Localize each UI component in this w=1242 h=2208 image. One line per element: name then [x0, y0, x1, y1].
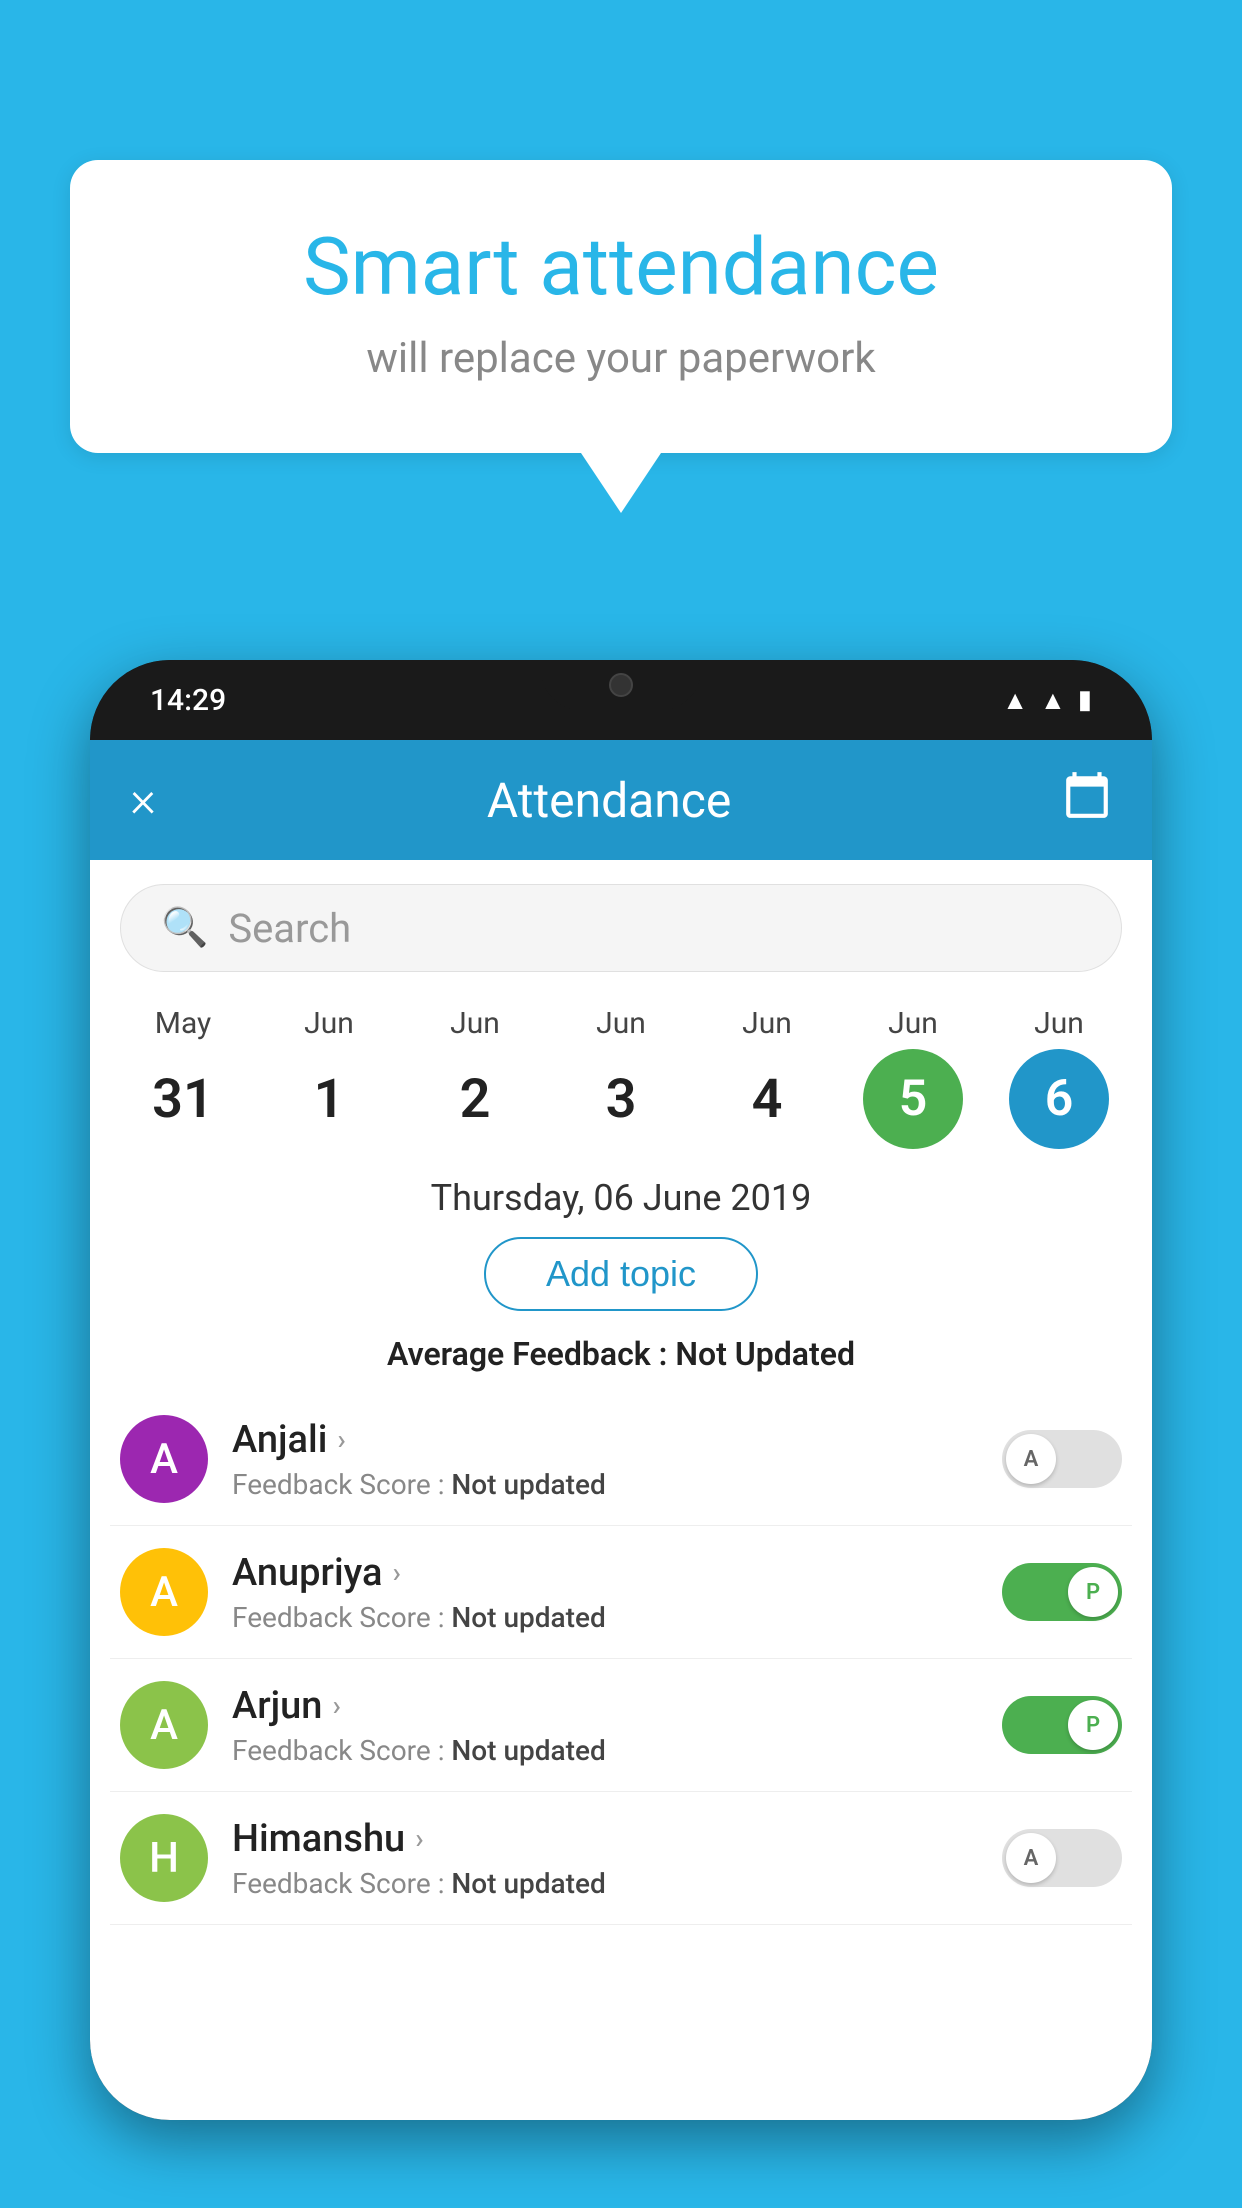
chevron-icon: ›: [337, 1423, 345, 1456]
search-icon: 🔍: [161, 906, 208, 950]
student-item-arjun[interactable]: A Arjun › Feedback Score : Not updated P: [110, 1659, 1132, 1792]
search-input[interactable]: Search: [228, 905, 351, 952]
avatar-himanshu: H: [120, 1814, 208, 1902]
selected-date: Thursday, 06 June 2019: [90, 1177, 1152, 1219]
signal-icon: ▲: [1040, 685, 1066, 716]
feedback-arjun: Feedback Score : Not updated: [232, 1734, 978, 1767]
calendar-icon[interactable]: [1062, 770, 1112, 831]
avatar-anupriya: A: [120, 1548, 208, 1636]
student-info-anupriya: Anupriya › Feedback Score : Not updated: [232, 1551, 978, 1634]
battery-icon: ▮: [1078, 685, 1092, 715]
app-header: × Attendance: [90, 740, 1152, 860]
phone-time: 14:29: [150, 683, 226, 718]
student-info-arjun: Arjun › Feedback Score : Not updated: [232, 1684, 978, 1767]
student-item-himanshu[interactable]: H Himanshu › Feedback Score : Not update…: [110, 1792, 1132, 1925]
cal-item-5[interactable]: Jun 5: [843, 1006, 983, 1149]
cal-item-0[interactable]: May 31: [113, 1006, 253, 1149]
cal-item-3[interactable]: Jun 3: [551, 1006, 691, 1149]
student-list: A Anjali › Feedback Score : Not updated …: [90, 1393, 1152, 1925]
toggle-anupriya[interactable]: P: [1002, 1563, 1122, 1621]
student-name-anupriya: Anupriya ›: [232, 1551, 978, 1595]
app-title: Attendance: [487, 772, 732, 829]
student-name-anjali: Anjali ›: [232, 1418, 978, 1462]
toggle-switch-himanshu[interactable]: A: [1002, 1829, 1122, 1887]
toggle-anjali[interactable]: A: [1002, 1430, 1122, 1488]
cal-item-4[interactable]: Jun 4: [697, 1006, 837, 1149]
cal-item-2[interactable]: Jun 2: [405, 1006, 545, 1149]
bubble-tail: [581, 453, 661, 513]
chevron-icon: ›: [415, 1822, 423, 1855]
student-info-anjali: Anjali › Feedback Score : Not updated: [232, 1418, 978, 1501]
avatar-arjun: A: [120, 1681, 208, 1769]
chevron-icon: ›: [392, 1556, 400, 1589]
toggle-switch-arjun[interactable]: P: [1002, 1696, 1122, 1754]
phone: 14:29 ▲ ▲ ▮ × Attendance: [90, 660, 1152, 2120]
calendar-strip: May 31 Jun 1 Jun 2 Jun 3 Jun 4: [90, 996, 1152, 1149]
status-icons: ▲ ▲ ▮: [1002, 685, 1092, 716]
student-info-himanshu: Himanshu › Feedback Score : Not updated: [232, 1817, 978, 1900]
student-name-himanshu: Himanshu ›: [232, 1817, 978, 1861]
cal-item-1[interactable]: Jun 1: [259, 1006, 399, 1149]
student-item-anupriya[interactable]: A Anupriya › Feedback Score : Not update…: [110, 1526, 1132, 1659]
student-item-anjali[interactable]: A Anjali › Feedback Score : Not updated …: [110, 1393, 1132, 1526]
avg-feedback: Average Feedback : Not Updated: [90, 1335, 1152, 1373]
feedback-himanshu: Feedback Score : Not updated: [232, 1867, 978, 1900]
phone-wrapper: 14:29 ▲ ▲ ▮ × Attendance: [90, 660, 1152, 2208]
feedback-anjali: Feedback Score : Not updated: [232, 1468, 978, 1501]
search-bar[interactable]: 🔍 Search: [120, 884, 1122, 972]
phone-notch: [541, 660, 701, 710]
avatar-anjali: A: [120, 1415, 208, 1503]
bubble-subtitle: will replace your paperwork: [150, 334, 1092, 383]
toggle-switch-anjali[interactable]: A: [1002, 1430, 1122, 1488]
phone-screen: × Attendance 🔍 Search May 31: [90, 740, 1152, 2120]
bubble-title: Smart attendance: [150, 220, 1092, 314]
toggle-arjun[interactable]: P: [1002, 1696, 1122, 1754]
feedback-anupriya: Feedback Score : Not updated: [232, 1601, 978, 1634]
add-topic-button[interactable]: Add topic: [484, 1237, 758, 1311]
speech-bubble-container: Smart attendance will replace your paper…: [70, 160, 1172, 513]
phone-camera: [609, 673, 633, 697]
toggle-himanshu[interactable]: A: [1002, 1829, 1122, 1887]
wifi-icon: ▲: [1002, 685, 1028, 716]
speech-bubble: Smart attendance will replace your paper…: [70, 160, 1172, 453]
chevron-icon: ›: [332, 1689, 340, 1722]
cal-item-6[interactable]: Jun 6: [989, 1006, 1129, 1149]
close-button[interactable]: ×: [130, 771, 156, 829]
toggle-switch-anupriya[interactable]: P: [1002, 1563, 1122, 1621]
student-name-arjun: Arjun ›: [232, 1684, 978, 1728]
status-bar: 14:29 ▲ ▲ ▮: [90, 660, 1152, 740]
